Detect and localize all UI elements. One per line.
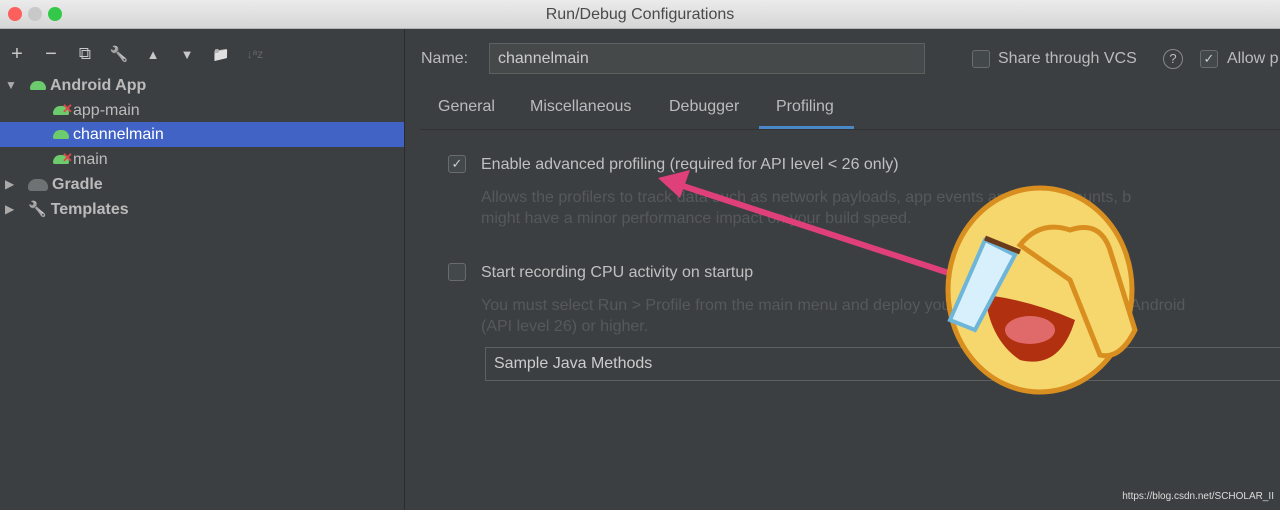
pink-arrow-annotation — [658, 170, 956, 278]
annotation-overlay — [658, 170, 1138, 395]
facepalm-emoji-sticker — [945, 185, 1138, 395]
watermark: https://blog.csdn.net/SCHOLAR_II — [1122, 491, 1274, 502]
